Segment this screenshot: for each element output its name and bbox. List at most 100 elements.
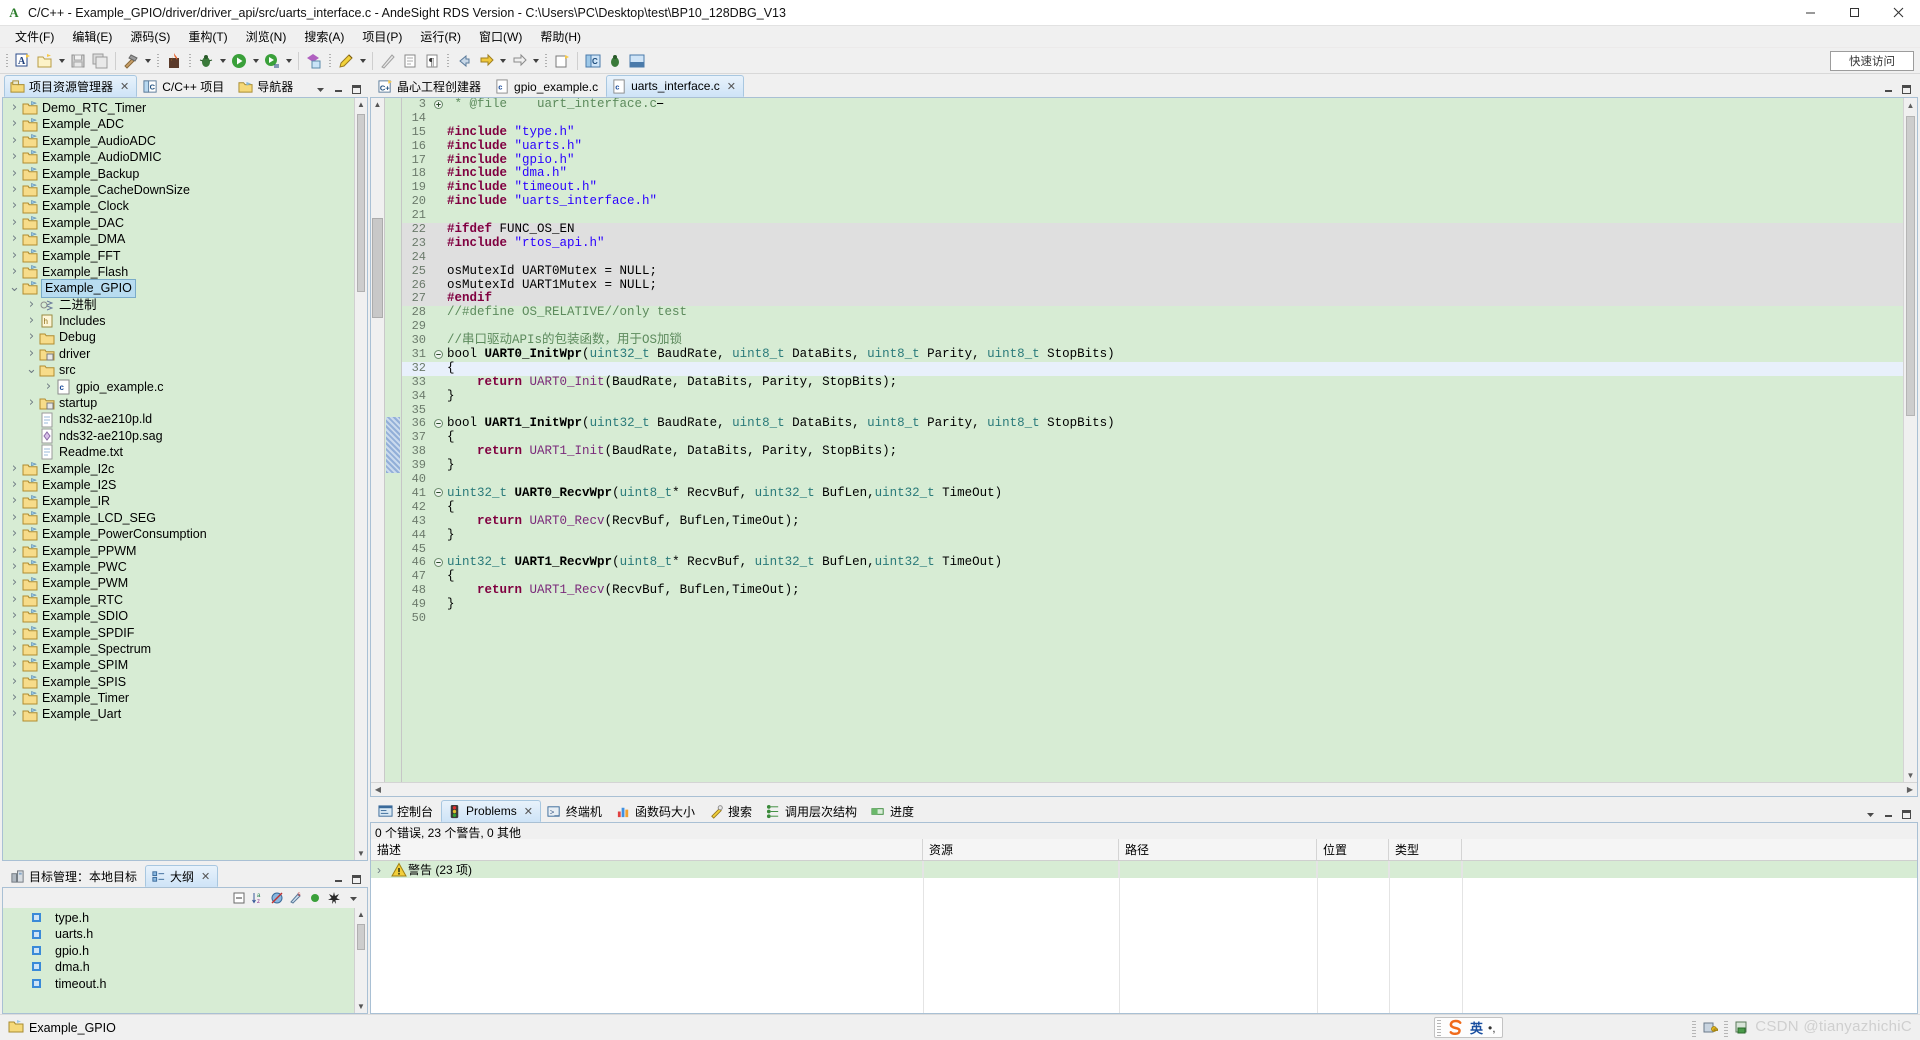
toolbar-grip-5[interactable] — [445, 52, 451, 70]
close-button[interactable] — [1876, 0, 1920, 26]
chevron-right-icon[interactable]: › — [7, 100, 22, 116]
chevron-right-icon[interactable]: › — [24, 346, 39, 362]
problems-column-header[interactable]: 类型 — [1389, 839, 1462, 860]
chevron-right-icon[interactable]: › — [7, 608, 22, 624]
chevron-right-icon[interactable]: › — [7, 592, 22, 608]
editor-horizontal-scrollbar[interactable]: ◀ ▶ — [371, 782, 1917, 796]
explorer-scrollbar[interactable]: ▲ ▼ — [354, 98, 367, 860]
code-line[interactable]: 40 — [402, 472, 1903, 487]
code-line[interactable]: 16 #include "uarts.h" — [402, 139, 1903, 154]
chevron-right-icon[interactable]: › — [7, 231, 22, 247]
maximize-icon[interactable] — [348, 871, 364, 887]
toolbar-grip-2[interactable] — [155, 52, 161, 70]
close-icon[interactable]: ✕ — [201, 870, 210, 883]
code-line[interactable]: 32 { — [402, 361, 1903, 376]
tree-item-example-ppwm[interactable]: › Example_PPWM — [3, 543, 367, 559]
tree-item-example-flash[interactable]: › Example_Flash — [3, 264, 367, 280]
debug-bug-icon[interactable] — [195, 50, 217, 72]
debug-dropdown-icon[interactable] — [217, 50, 228, 72]
chevron-right-icon[interactable]: › — [7, 215, 22, 231]
scrollbar-thumb[interactable] — [357, 924, 365, 950]
outline-item-gpio-h[interactable]: gpio.h — [25, 943, 367, 959]
edit-annotation-icon[interactable] — [335, 50, 357, 72]
perspective-icon[interactable] — [626, 50, 648, 72]
tree-item-example-pwc[interactable]: › Example_PWC — [3, 559, 367, 575]
chevron-right-icon[interactable]: › — [7, 674, 22, 690]
chevron-right-icon[interactable]: › — [24, 313, 39, 329]
fold-expand-icon[interactable] — [432, 98, 445, 112]
tab-cpp-projects[interactable]: C C/C++ 项目 — [137, 75, 232, 97]
code-line[interactable]: 19 #include "timeout.h" — [402, 180, 1903, 195]
fold-collapse-icon[interactable] — [432, 417, 445, 431]
tree-item-readme-txt[interactable]: Readme.txt — [3, 444, 367, 460]
code-line[interactable]: 25 osMutexId UART0Mutex = NULL; — [402, 264, 1903, 279]
tree-item-example-audioadc[interactable]: › Example_AudioADC — [3, 133, 367, 149]
tree-item-example-backup[interactable]: › Example_Backup — [3, 166, 367, 182]
code-line[interactable]: 14 — [402, 111, 1903, 126]
code-line[interactable]: 26 osMutexId UART1Mutex = NULL; — [402, 278, 1903, 293]
debug-perspective-icon[interactable] — [604, 50, 626, 72]
tree-item-example-cachedownsize[interactable]: › Example_CacheDownSize — [3, 182, 367, 198]
chevron-right-icon[interactable]: › — [7, 641, 22, 657]
tab-outline[interactable]: 大纲 ✕ — [145, 865, 219, 887]
code-line[interactable]: 41 uint32_t UART0_RecvWpr(uint8_t* RecvBu… — [402, 486, 1903, 501]
view-menu-icon[interactable] — [345, 890, 361, 906]
ime-grip[interactable] — [1437, 1019, 1441, 1036]
minimize-icon[interactable] — [330, 81, 346, 97]
problems-column-header[interactable]: 描述 — [371, 839, 923, 860]
scroll-down-arrow-icon[interactable]: ▼ — [355, 1000, 367, 1013]
scrollbar-thumb[interactable] — [357, 114, 365, 292]
code-line[interactable]: 20 #include "uarts_interface.h" — [402, 194, 1903, 209]
scroll-down-arrow-icon[interactable]: ▼ — [355, 847, 367, 860]
tab-gpio-example-c[interactable]: c gpio_example.c — [489, 75, 606, 97]
toolbar-grip-6[interactable] — [543, 52, 549, 70]
minimize-icon[interactable] — [330, 871, 346, 887]
fold-collapse-icon[interactable] — [432, 556, 445, 570]
build-all-icon[interactable] — [163, 50, 185, 72]
new-wizard-icon[interactable]: A — [12, 50, 34, 72]
chevron-right-icon[interactable]: › — [7, 543, 22, 559]
outline-scrollbar[interactable]: ▲ ▼ — [354, 908, 367, 1013]
chevron-down-icon[interactable]: ⌄ — [7, 281, 22, 294]
back-icon[interactable] — [453, 50, 475, 72]
code-line[interactable]: 49} — [402, 597, 1903, 612]
menu-edit[interactable]: 编辑(E) — [63, 26, 121, 47]
tree-item-example-clock[interactable]: › Example_Clock — [3, 198, 367, 214]
outline-list[interactable]: type.h uarts.h gpio.h dma.h timeout.h ▲ ▼ — [3, 908, 367, 1013]
minimize-icon[interactable] — [1880, 81, 1896, 97]
chevron-right-icon[interactable]: › — [377, 863, 391, 877]
open-type-icon[interactable] — [303, 50, 325, 72]
scroll-right-arrow-icon[interactable]: ▶ — [1903, 783, 1917, 797]
chevron-right-icon[interactable]: › — [7, 510, 22, 526]
annotation-dropdown-icon[interactable] — [357, 50, 368, 72]
maximize-button[interactable] — [1832, 0, 1876, 26]
code-line[interactable]: 37 { — [402, 430, 1903, 445]
status-grip-2[interactable] — [1724, 1020, 1728, 1037]
chevron-right-icon[interactable]: › — [7, 559, 22, 575]
close-icon[interactable]: ✕ — [120, 80, 129, 93]
hide-static-icon[interactable]: s — [288, 890, 304, 906]
tree-item-example-lcd-seg[interactable]: › Example_LCD_SEG — [3, 510, 367, 526]
tree-item-example-ir[interactable]: › Example_IR — [3, 493, 367, 509]
fold-collapse-icon[interactable] — [432, 348, 445, 362]
code-line[interactable]: 42 { — [402, 500, 1903, 515]
menu-help[interactable]: 帮助(H) — [531, 26, 590, 47]
chevron-right-icon[interactable]: › — [7, 625, 22, 641]
tree-item-example-audiodmic[interactable]: › Example_AudioDMIC — [3, 149, 367, 165]
code-line[interactable]: 50 — [402, 611, 1903, 626]
tab-navigator[interactable]: 导航器 — [232, 75, 301, 97]
code-editor[interactable]: 3 * @file uart_interface.c⎯ 14 15 #include … — [402, 98, 1903, 782]
code-line[interactable]: 27 #endif — [402, 292, 1903, 307]
tree-item-nds32-ae210p-ld[interactable]: nds32-ae210p.ld — [3, 411, 367, 428]
view-menu-icon[interactable] — [312, 81, 328, 97]
toolbar-grip-4[interactable] — [327, 52, 333, 70]
code-line[interactable]: 44} — [402, 528, 1903, 543]
tab-console[interactable]: 控制台 — [372, 800, 441, 822]
chevron-right-icon[interactable]: › — [24, 297, 39, 313]
tree-item-demo-rtc-timer[interactable]: › Demo_RTC_Timer — [3, 100, 367, 116]
tree-item-example-pwm[interactable]: › Example_PWM — [3, 575, 367, 591]
status-grip[interactable] — [1692, 1020, 1696, 1037]
problems-column-header[interactable]: 资源 — [923, 839, 1119, 860]
tab-terminal[interactable]: >_ 终端机 — [541, 800, 610, 822]
minimize-button[interactable] — [1788, 0, 1832, 26]
